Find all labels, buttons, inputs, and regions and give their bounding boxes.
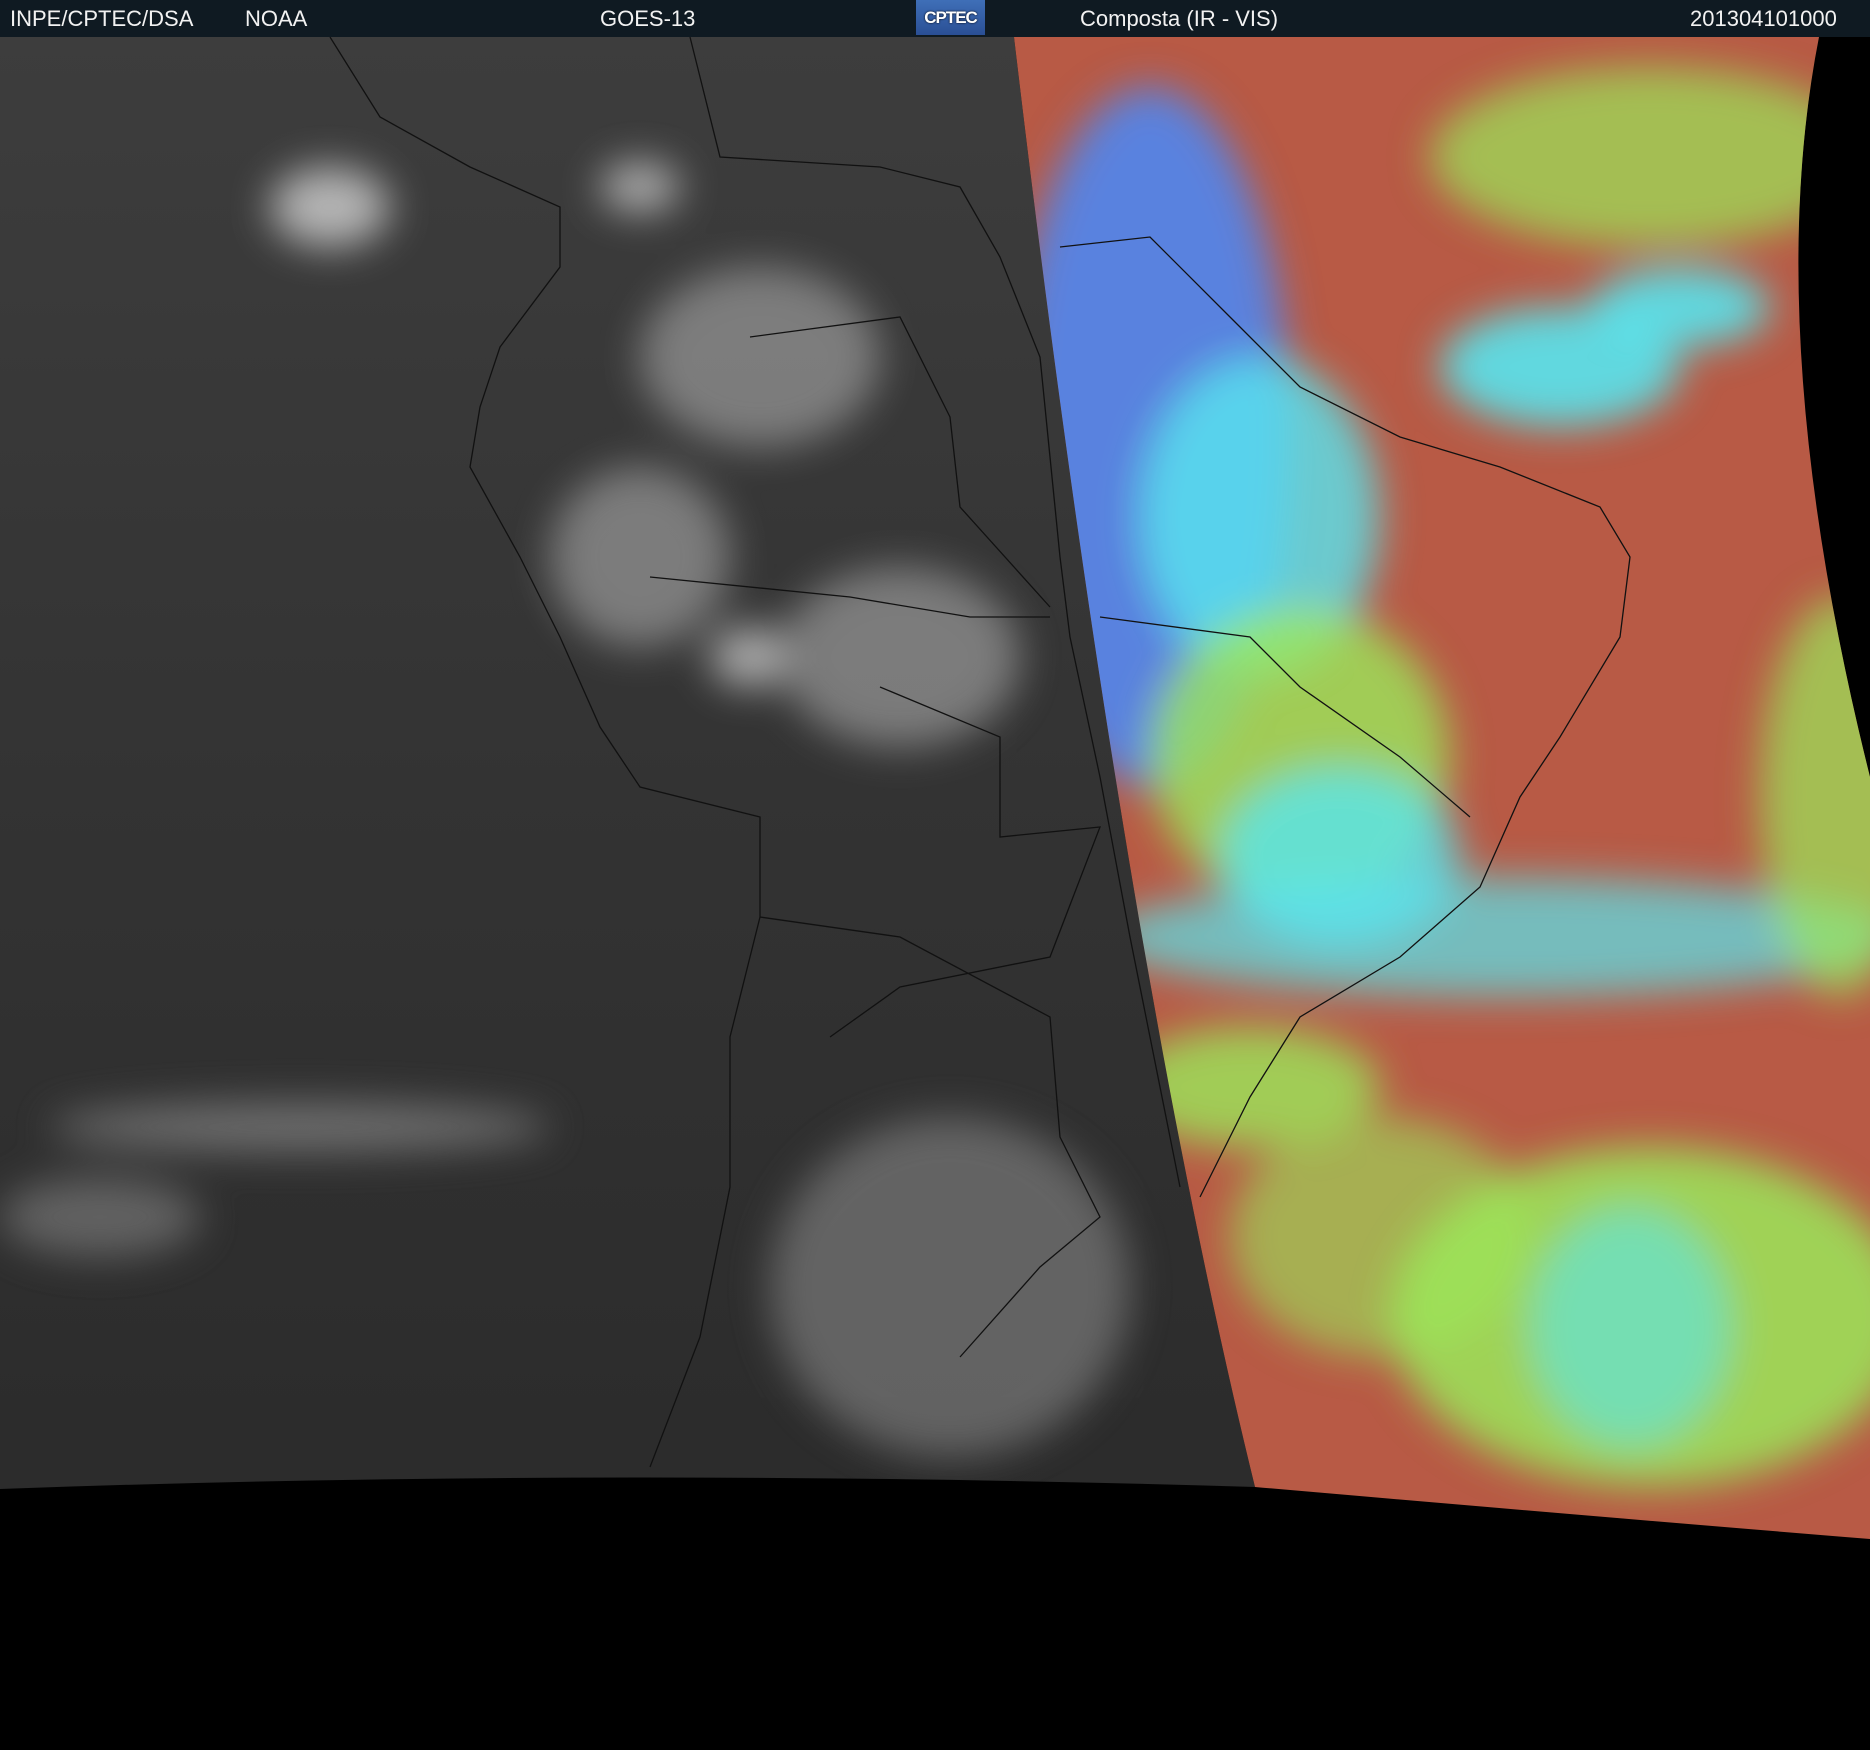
partner-label: NOAA	[245, 6, 308, 31]
satellite-label: GOES-13	[600, 6, 696, 31]
header-bar: INPE/CPTEC/DSA NOAA GOES-13 CPTEC Compos…	[0, 0, 1870, 37]
satellite-image	[0, 37, 1870, 1750]
cptec-logo: CPTEC	[916, 0, 985, 35]
logo-text: CPTEC	[924, 7, 978, 27]
agency-label: INPE/CPTEC/DSA	[10, 6, 194, 31]
timestamp-label: 201304101000	[1690, 6, 1837, 31]
product-label: Composta (IR - VIS)	[1080, 6, 1279, 31]
